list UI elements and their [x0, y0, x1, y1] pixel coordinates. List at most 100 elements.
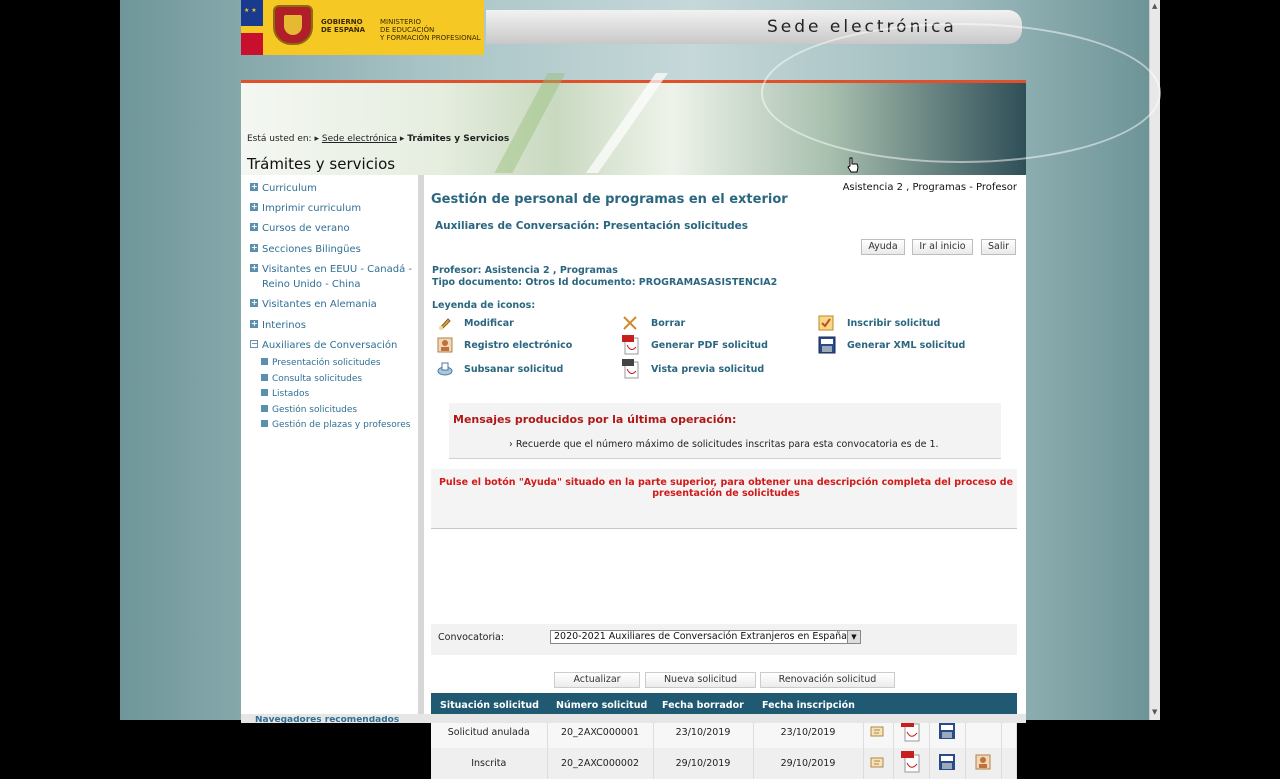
- sidebar-item-label: Auxiliares de Conversación: [262, 340, 398, 351]
- scroll-up-arrow-icon[interactable]: ▲: [1152, 2, 1157, 10]
- cell-status: Inscrita: [431, 748, 548, 779]
- sidebar-item-label: Curriculum: [262, 183, 317, 194]
- refresh-button[interactable]: Actualizar: [554, 672, 640, 688]
- xml-icon[interactable]: [938, 753, 956, 771]
- edit-pencil-icon: [439, 318, 451, 330]
- cell-action-empty: [1001, 748, 1017, 779]
- legend-inscribir: Inscribir solicitud: [847, 318, 941, 329]
- messages-title: Mensajes producidos por la última operac…: [453, 413, 737, 426]
- sidebar-subitem-consulta[interactable]: Consulta solicitudes: [261, 374, 362, 384]
- cell-action: [893, 748, 930, 779]
- cell-action: [929, 748, 966, 779]
- sidebar-item-label: Visitantes en Alemania: [262, 299, 377, 310]
- breadcrumb-current: Trámites y Servicios: [407, 134, 510, 144]
- scroll-down-arrow-icon[interactable]: ▼: [1152, 708, 1157, 716]
- sidebar-item-cursos[interactable]: Cursos de verano: [250, 220, 350, 236]
- correct-document-icon: [437, 362, 453, 376]
- new-request-button[interactable]: Nueva solicitud: [645, 672, 756, 688]
- breadcrumb-arrow-icon: ▸: [399, 134, 405, 144]
- sidebar-item-curriculum[interactable]: Curriculum: [250, 180, 317, 196]
- sidebar-item-secciones[interactable]: Secciones Bilingües: [250, 241, 361, 257]
- message-item: › Recuerde que el número máximo de solic…: [509, 439, 939, 450]
- cell-draft-date: 29/10/2019: [653, 748, 754, 779]
- sidebar-item-label: Imprimir curriculum: [262, 203, 362, 214]
- flag-icon: [241, 0, 263, 55]
- sidebar: Curriculum Imprimir curriculum Cursos de…: [241, 175, 424, 723]
- cell-inscription-date: 29/10/2019: [753, 748, 864, 779]
- legend-title: Leyenda de iconos:: [432, 300, 536, 311]
- convocatoria-selected-value: 2020-2021 Auxiliares de Conversación Ext…: [554, 631, 848, 642]
- expand-icon: [250, 241, 258, 255]
- pdf-preview-icon: [622, 359, 639, 379]
- registry-person-icon[interactable]: [975, 754, 991, 770]
- breadcrumb-link[interactable]: Sede electrónica: [322, 134, 397, 144]
- expand-icon: [250, 200, 258, 214]
- sidebar-subitem-plazas[interactable]: Gestión de plazas y profesores: [261, 420, 410, 430]
- hint-line-2: presentación de solicitudes: [652, 488, 800, 499]
- sidebar-subitem-label: Presentación solicitudes: [272, 358, 381, 368]
- requests-table: Situación solicitud Número solicitud Fec…: [431, 693, 1017, 779]
- chevron-down-icon[interactable]: ▼: [847, 631, 860, 643]
- sidebar-item-label: Reino Unido - China: [262, 279, 361, 290]
- expand-icon: [250, 180, 258, 194]
- pdf-icon[interactable]: [901, 720, 921, 742]
- ministry-name: MINISTERIO DE EDUCACIÓN Y FORMACIÓN PROF…: [380, 18, 481, 42]
- bullet-icon: [261, 405, 268, 412]
- documento-info: Tipo documento: Otros Id documento: PROG…: [432, 277, 778, 288]
- renew-request-button[interactable]: Renovación solicitud: [760, 672, 895, 688]
- breadcrumb: Está usted en: ▸ Sede electrónica ▸ Trám…: [247, 134, 509, 144]
- convocatoria-select[interactable]: 2020-2021 Auxiliares de Conversación Ext…: [550, 630, 861, 644]
- legend-subsanar: Subsanar solicitud: [464, 364, 564, 375]
- pdf-icon[interactable]: [901, 751, 921, 773]
- hint-text: Pulse el botón "Ayuda" situado en la par…: [431, 477, 1021, 499]
- profesor-info: Profesor: Asistencia 2 , Programas: [432, 265, 618, 276]
- help-button[interactable]: Ayuda: [861, 239, 905, 255]
- sidebar-item-visitantes-eeuu-cont[interactable]: Reino Unido - China: [262, 278, 361, 292]
- legend-vista: Vista previa solicitud: [651, 364, 765, 375]
- legend-modificar: Modificar: [464, 318, 514, 329]
- home-button[interactable]: Ir al inicio: [912, 239, 973, 255]
- hand-cursor-icon: [847, 157, 859, 173]
- subsanar-icon[interactable]: [870, 755, 886, 769]
- sidebar-item-interinos[interactable]: Interinos: [250, 317, 306, 333]
- page-title: Trámites y servicios: [247, 155, 396, 173]
- delete-x-icon: [623, 316, 637, 330]
- cell-action: [965, 748, 1002, 779]
- sidebar-subitem-listados[interactable]: Listados: [261, 389, 309, 399]
- government-logo[interactable]: GOBIERNO DE ESPAÑA MINISTERIO DE EDUCACI…: [241, 0, 484, 55]
- sidebar-item-auxiliares[interactable]: Auxiliares de Conversación: [250, 337, 398, 353]
- sidebar-item-visitantes-alemania[interactable]: Visitantes en Alemania: [250, 296, 377, 312]
- cell-action: [863, 748, 894, 779]
- legend-pdf: Generar PDF solicitud: [651, 340, 768, 351]
- bullet-icon: [261, 389, 268, 396]
- expand-icon: [250, 220, 258, 234]
- bullet-icon: [261, 374, 268, 381]
- subsanar-icon[interactable]: [870, 724, 886, 738]
- sidebar-subitem-presentacion[interactable]: Presentación solicitudes: [261, 358, 381, 368]
- sidebar-item-label: Secciones Bilingües: [262, 244, 361, 255]
- legend-registro: Registro electrónico: [464, 340, 573, 351]
- xml-icon[interactable]: [938, 722, 956, 740]
- legend-xml: Generar XML solicitud: [847, 340, 966, 351]
- collapse-icon: [250, 337, 258, 351]
- sidebar-item-label: Cursos de verano: [262, 223, 350, 234]
- gov-name: GOBIERNO DE ESPAÑA: [321, 18, 366, 34]
- sidebar-subitem-gestion[interactable]: Gestión solicitudes: [261, 405, 357, 415]
- table-row: Inscrita 20_2AXC000002 29/10/2019 29/10/…: [431, 748, 1017, 779]
- coat-of-arms-icon: [273, 5, 313, 45]
- convocatoria-label: Convocatoria:: [438, 632, 505, 643]
- sidebar-item-visitantes-eeuu[interactable]: Visitantes en EEUU - Canadá -: [250, 261, 412, 277]
- sidebar-subitem-label: Gestión de plazas y profesores: [272, 420, 411, 430]
- expand-icon: [250, 296, 258, 310]
- sidebar-subitem-label: Consulta solicitudes: [272, 374, 363, 384]
- expand-icon: [250, 317, 258, 331]
- legend-borrar: Borrar: [651, 318, 686, 329]
- sidebar-subitem-label: Gestión solicitudes: [272, 405, 358, 415]
- breadcrumb-prefix: Está usted en:: [247, 134, 312, 144]
- hint-line-1: Pulse el botón "Ayuda" situado en la par…: [438, 477, 1014, 488]
- section-subheading: Auxiliares de Conversación: Presentación…: [435, 220, 748, 232]
- main-content: Gestión de personal de programas en el e…: [431, 175, 1021, 779]
- content-panel: Está usted en: ▸ Sede electrónica ▸ Trám…: [241, 23, 1161, 779]
- exit-button[interactable]: Salir: [981, 239, 1016, 255]
- sidebar-item-imprimir[interactable]: Imprimir curriculum: [250, 200, 362, 216]
